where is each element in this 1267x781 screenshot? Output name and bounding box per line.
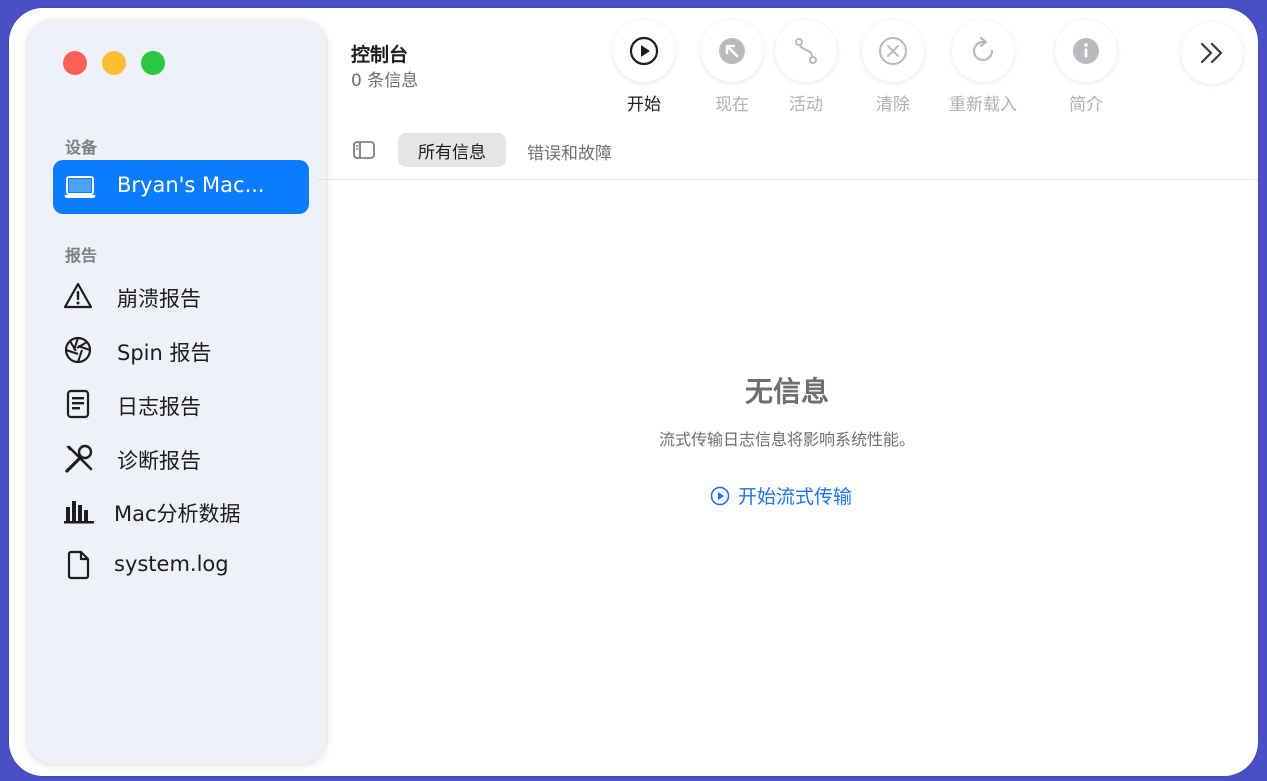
bar-chart-icon xyxy=(63,496,94,526)
info-button[interactable]: 简介 xyxy=(1046,20,1126,115)
start-button[interactable]: 开始 xyxy=(604,20,684,115)
sidebar-item-crash-reports[interactable]: 崩溃报告 xyxy=(53,273,309,319)
minimize-window-button[interactable] xyxy=(102,51,126,75)
clear-button[interactable]: 清除 xyxy=(853,20,933,115)
sidebar-toggle-icon xyxy=(353,141,375,159)
laptop-icon xyxy=(63,174,97,204)
sidebar-item-label: 崩溃报告 xyxy=(117,287,201,311)
sidebar-item-label: system.log xyxy=(114,552,229,576)
tab-errors-and-faults[interactable]: 错误和故障 xyxy=(527,139,612,164)
window-title: 控制台 xyxy=(351,44,409,66)
sidebar-toggle-button[interactable] xyxy=(352,140,376,164)
toolbar-overflow-button[interactable] xyxy=(1181,22,1243,84)
x-circle-icon xyxy=(879,37,907,65)
reload-icon xyxy=(972,36,994,62)
warning-triangle-icon xyxy=(63,281,93,311)
now-button[interactable]: 现在 xyxy=(692,20,772,115)
reports-section-header: 报告 xyxy=(65,246,98,265)
sidebar-item-mac-analytics[interactable]: Mac分析数据 xyxy=(53,488,309,534)
sidebar-item-label: Bryan's Mac... xyxy=(117,173,265,197)
empty-state-description: 流式传输日志信息将影响系统性能。 xyxy=(658,430,915,449)
reload-button-label: 重新载入 xyxy=(949,95,1017,115)
info-button-label: 简介 xyxy=(1069,95,1103,115)
tab-all-messages[interactable]: 所有信息 xyxy=(398,133,506,167)
play-circle-icon xyxy=(710,486,730,505)
file-icon xyxy=(63,550,93,580)
chevron-double-right-icon xyxy=(1200,42,1223,64)
activity-button[interactable]: 活动 xyxy=(766,20,846,115)
info-circle-icon xyxy=(1073,38,1099,64)
toolbar-divider xyxy=(317,179,1258,180)
empty-state-title: 无信息 xyxy=(744,375,829,408)
activity-button-label: 活动 xyxy=(789,95,823,115)
activity-path-icon xyxy=(795,38,817,64)
close-window-button[interactable] xyxy=(63,51,87,75)
console-window: 设备 Bryan's Mac... 报告 崩溃报告 Spin 报告 日志报告 诊… xyxy=(9,8,1258,776)
now-button-label: 现在 xyxy=(715,95,749,115)
devices-section-header: 设备 xyxy=(65,138,98,157)
sidebar-item-label: Mac分析数据 xyxy=(114,502,241,526)
sidebar-item-spin-reports[interactable]: Spin 报告 xyxy=(53,327,309,373)
clear-button-label: 清除 xyxy=(876,95,910,115)
arrow-up-left-circle-icon xyxy=(719,38,745,64)
start-streaming-link[interactable]: 开始流式传输 xyxy=(710,482,852,509)
aperture-icon xyxy=(63,335,93,365)
play-circle-icon xyxy=(629,36,659,66)
sidebar-item-device[interactable]: Bryan's Mac... xyxy=(53,160,309,214)
start-streaming-label: 开始流式传输 xyxy=(738,486,853,508)
zoom-window-button[interactable] xyxy=(141,51,165,75)
sidebar-item-system-log[interactable]: system.log xyxy=(53,542,309,588)
sidebar-item-label: Spin 报告 xyxy=(117,341,212,365)
reload-button[interactable]: 重新载入 xyxy=(943,20,1023,115)
start-button-label: 开始 xyxy=(627,95,661,115)
message-count: 0 条信息 xyxy=(351,71,419,91)
